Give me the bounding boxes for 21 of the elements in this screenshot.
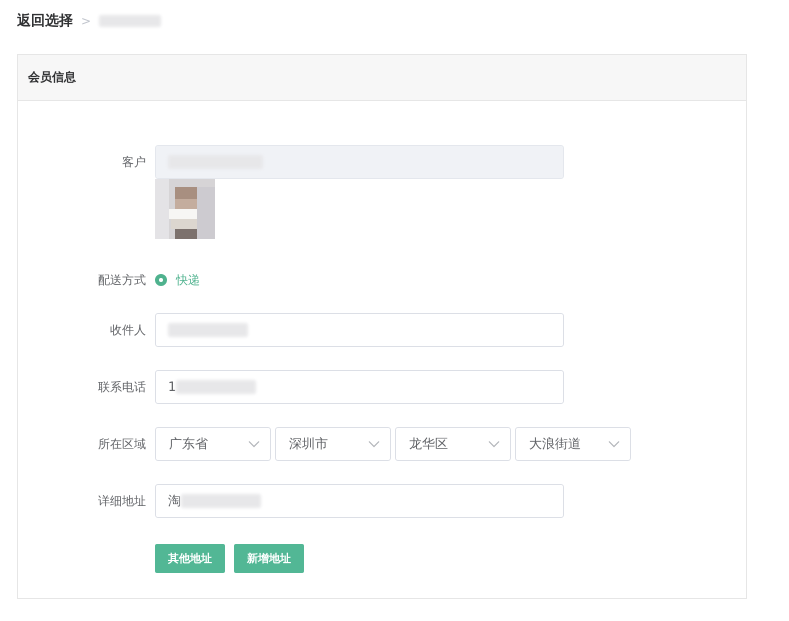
field-label: 客户 <box>121 154 147 171</box>
dropdown[interactable]: 深圳市 <box>275 427 391 461</box>
card-title: 会员信息 <box>28 69 76 86</box>
input-field[interactable]: 淘 <box>155 484 564 518</box>
field-label: 收件人 <box>109 322 147 339</box>
back-link[interactable]: 返回选择 <box>17 12 73 30</box>
chevron-down-icon <box>368 440 380 448</box>
breadcrumb-separator: > <box>81 14 92 28</box>
dropdown[interactable]: 大浪街道 <box>515 427 631 461</box>
chevron-down-icon <box>248 440 260 448</box>
input-field[interactable] <box>155 313 564 347</box>
chevron-down-icon <box>488 440 500 448</box>
field-label: 联系电话 <box>97 379 147 396</box>
field-label: 所在区域 <box>97 436 147 453</box>
input-field[interactable]: 1 <box>155 370 564 404</box>
field-label: 配送方式 <box>97 272 147 289</box>
redacted-text <box>99 15 162 27</box>
chevron-down-icon <box>608 440 620 448</box>
field-label: 详细地址 <box>97 493 147 510</box>
dropdown[interactable]: 龙华区 <box>395 427 511 461</box>
dropdown[interactable]: 广东省 <box>155 427 271 461</box>
